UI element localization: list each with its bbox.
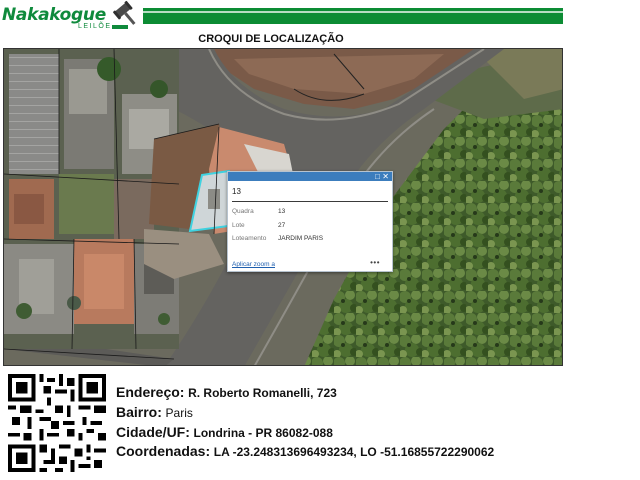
coord-value: LA -23.248313696493234, LO -51.168557222… [213,445,495,459]
cidade-value: Londrina - PR 86082-088 [193,426,333,440]
header: Nakakogue LEILÕES [0,0,640,32]
gavel-icon [110,0,142,30]
bairro-line: Bairro: Paris [116,404,193,420]
popup-divider [232,201,388,202]
field-label: Lote [232,222,245,229]
address-line: Endereço: R. Roberto Romanelli, 723 [116,384,337,400]
maximize-icon[interactable]: □ [375,172,380,181]
coordinates-line: Coordenadas: LA -23.248313696493234, LO … [116,443,494,459]
field-value: 27 [278,222,286,229]
coord-label: Coordenadas: [116,443,211,459]
identify-popup: □ ✕ 13 Quadra 13 Lote 27 Loteamento JARDIM … [227,171,393,272]
field-label: Quadra [232,208,254,215]
popup-title: 13 [232,187,241,196]
field-value: JARDIM PARIS [278,235,324,242]
zoom-to-link[interactable]: Aplicar zoom a [232,261,275,268]
field-row-loteamento: Loteamento JARDIM PARIS [232,235,323,242]
bairro-value: Paris [165,406,193,420]
brand-name: Nakakogue [2,5,106,25]
popup-header: □ ✕ [228,172,392,181]
cidade-line: Cidade/UF: Londrina - PR 86082-088 [116,424,333,440]
close-icon[interactable]: ✕ [382,172,389,181]
qr-code-icon [8,374,106,472]
bairro-label: Bairro: [116,404,162,420]
endereco-label: Endereço: [116,384,185,400]
field-row-quadra: Quadra 13 [232,208,285,215]
endereco-value: R. Roberto Romanelli, 723 [188,386,337,400]
field-value: 13 [278,208,286,215]
header-bar [143,8,563,24]
more-options-icon[interactable]: ••• [370,258,380,267]
cidade-label: Cidade/UF: [116,424,190,440]
page-title: CROQUI DE LOCALIZAÇÃO [198,33,344,45]
field-label: Loteamento [232,235,267,242]
field-row-lote: Lote 27 [232,222,285,229]
page: Nakakogue LEILÕES CROQUI DE LOCALIZAÇÃO [0,0,640,480]
